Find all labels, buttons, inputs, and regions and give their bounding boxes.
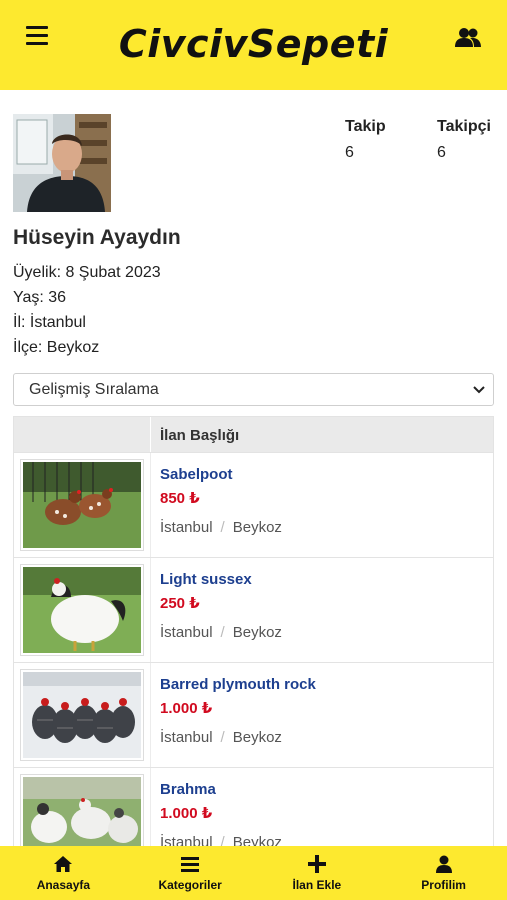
profile-city: İl: İstanbul <box>13 314 86 331</box>
users-icon[interactable] <box>454 26 482 50</box>
nav-label: Kategoriler <box>158 878 222 892</box>
column-header-title: İlan Başlığı <box>160 427 240 444</box>
followers-label: Takipçi <box>437 118 491 135</box>
nav-item-profile[interactable]: Profilim <box>380 846 507 900</box>
listings-table: İlan Başlığı Sabelpoot 850 ₺ İstanbul / … <box>13 416 494 873</box>
listing-location: İstanbul / Beykoz <box>160 729 282 746</box>
listing-location: İstanbul / Beykoz <box>160 519 282 536</box>
home-icon <box>54 856 73 872</box>
listing-row[interactable]: Sabelpoot 850 ₺ İstanbul / Beykoz <box>13 453 494 558</box>
nav-label: Anasayfa <box>36 878 91 892</box>
listing-title[interactable]: Barred plymouth rock <box>160 676 316 693</box>
list-icon <box>181 857 200 872</box>
listing-district: Beykoz <box>232 624 282 641</box>
sort-select[interactable]: Gelişmiş Sıralama <box>13 373 494 406</box>
listing-city: İstanbul <box>160 519 213 536</box>
table-header: İlan Başlığı <box>13 416 494 453</box>
sort-select-value: Gelişmiş Sıralama <box>29 381 159 398</box>
listing-price: 1.000 ₺ <box>160 805 213 822</box>
listing-location: İstanbul / Beykoz <box>160 624 282 641</box>
listing-price: 850 ₺ <box>160 490 200 507</box>
listing-row[interactable]: Light sussex 250 ₺ İstanbul / Beykoz <box>13 558 494 663</box>
listing-district: Beykoz <box>232 729 282 746</box>
nav-item-home[interactable]: Anasayfa <box>0 846 127 900</box>
nav-label: İlan Ekle <box>292 878 342 892</box>
chevron-down-icon <box>473 386 485 394</box>
listing-title[interactable]: Light sussex <box>160 571 252 588</box>
listing-thumbnail[interactable] <box>20 564 144 656</box>
plus-icon <box>307 855 326 873</box>
listing-price: 1.000 ₺ <box>160 700 213 717</box>
bottom-navigation: Anasayfa Kategoriler İlan Ekle Profilim <box>0 846 507 900</box>
following-count: 6 <box>345 144 354 161</box>
listing-thumbnail[interactable] <box>20 669 144 761</box>
profile-avatar <box>13 114 111 212</box>
listing-thumbnail[interactable] <box>20 459 144 551</box>
following-stat[interactable]: Takip 6 <box>345 118 386 162</box>
profile-district: İlçe: Beykoz <box>13 339 100 356</box>
nav-item-add-listing[interactable]: İlan Ekle <box>254 846 381 900</box>
top-header: CivcivSepeti <box>0 0 507 90</box>
listing-row[interactable]: Barred plymouth rock 1.000 ₺ İstanbul / Be… <box>13 663 494 768</box>
page: CivcivSepeti Takip 6 Takipçi 6 Hüseyin A… <box>0 0 507 900</box>
listing-city: İstanbul <box>160 729 213 746</box>
profile-name: Hüseyin Ayaydın <box>13 226 181 249</box>
brand-logo[interactable]: CivcivSepeti <box>0 22 507 66</box>
membership-date: Üyelik: 8 Şubat 2023 <box>13 264 161 281</box>
followers-count: 6 <box>437 144 446 161</box>
user-icon <box>435 855 452 873</box>
listing-title[interactable]: Brahma <box>160 781 216 798</box>
followers-stat[interactable]: Takipçi 6 <box>437 118 491 162</box>
listing-district: Beykoz <box>232 519 282 536</box>
listing-title[interactable]: Sabelpoot <box>160 466 233 483</box>
profile-age: Yaş: 36 <box>13 289 67 306</box>
listing-price: 250 ₺ <box>160 595 200 612</box>
following-label: Takip <box>345 118 386 135</box>
nav-item-categories[interactable]: Kategoriler <box>127 846 254 900</box>
nav-label: Profilim <box>421 878 466 892</box>
listing-city: İstanbul <box>160 624 213 641</box>
